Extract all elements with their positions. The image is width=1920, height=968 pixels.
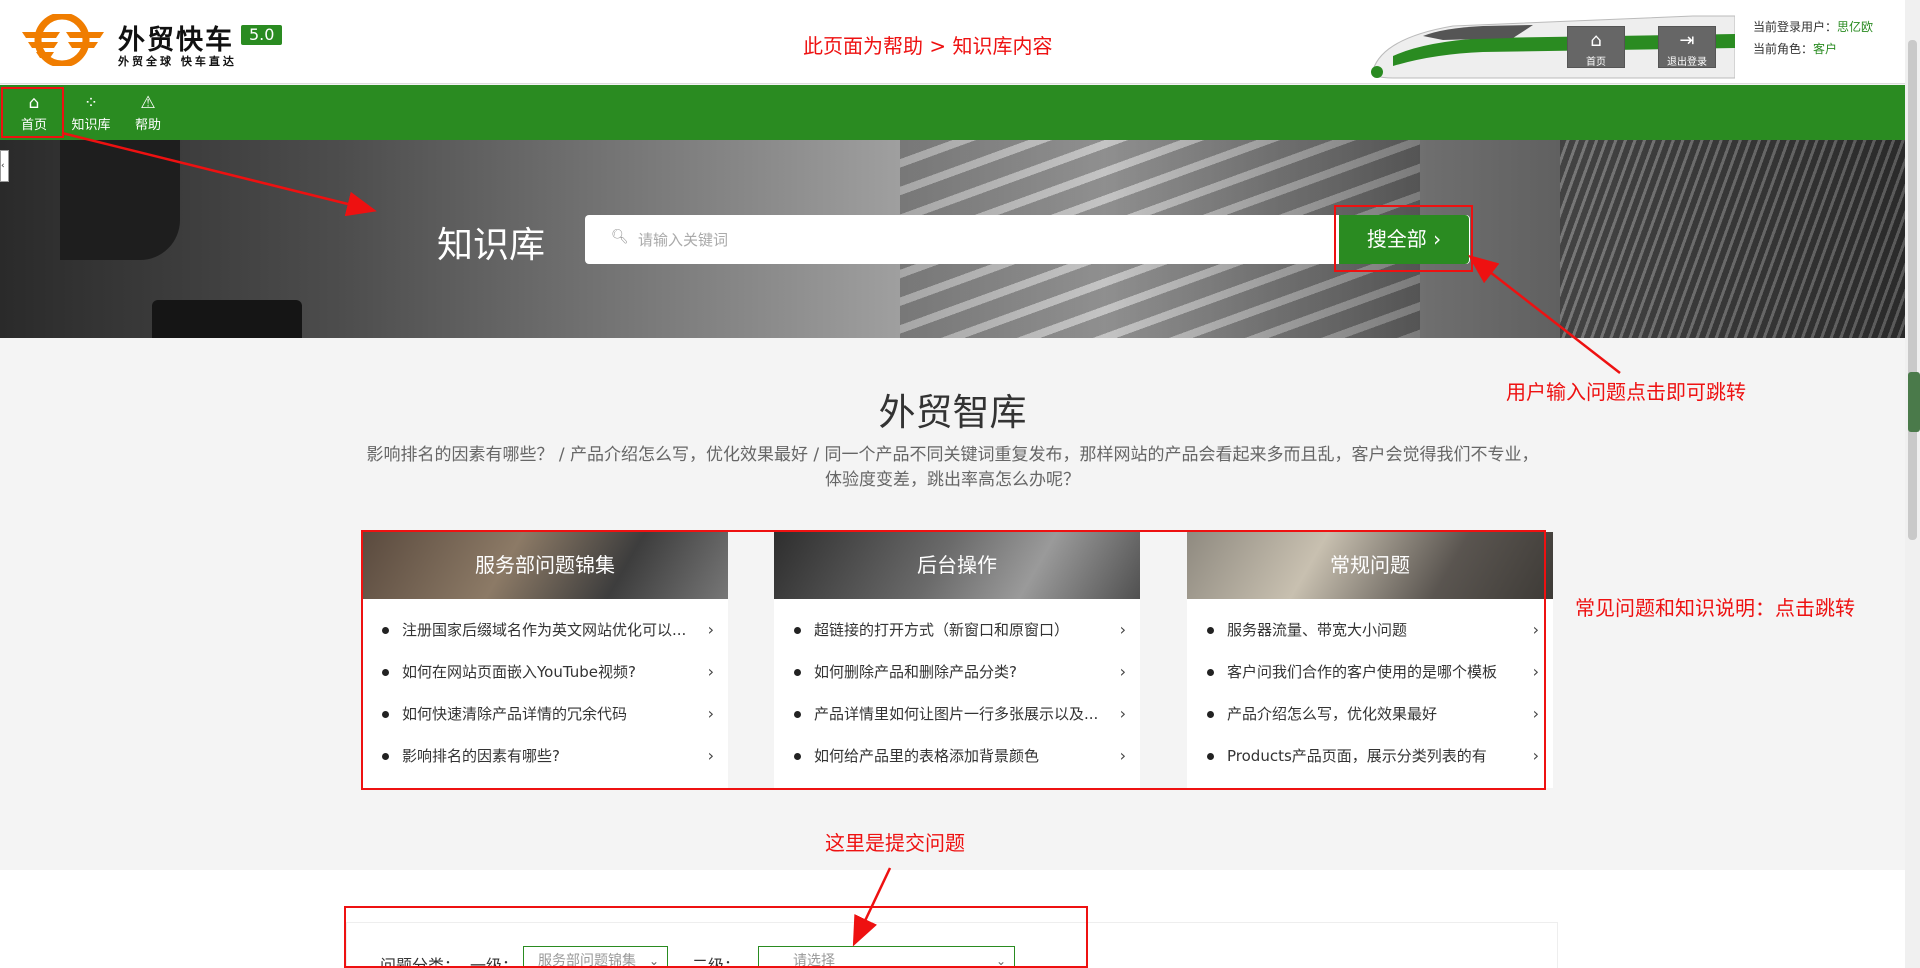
user-info: 当前登录用户：思亿欧 当前角色：客户 [1753,16,1873,60]
hero-keyboard-graphic-2 [1560,140,1905,338]
nav-item-knowledge-base[interactable]: ⁘ 知识库 [63,85,119,140]
warning-triangle-icon: ⚠ [140,93,156,113]
search-button-highlight-box [1334,205,1473,272]
header-home-button[interactable]: ⌂ 首页 [1567,26,1625,68]
page-annotation: 此页面为帮助 > 知识库内容 [803,34,1053,58]
nav-kb-label: 知识库 [71,118,111,133]
hero-title: 知识库 [437,225,546,266]
home-icon: ⌂ [1590,30,1602,51]
section-description: 影响排名的因素有哪些？ / 产品介绍怎么写，优化效果最好 / 同一个产品不同关键… [366,445,1539,490]
version-badge: 5.0 [241,25,283,45]
role-name: 客户 [1813,42,1838,56]
logout-button[interactable]: ⇥ 退出登录 [1658,26,1716,68]
search-annotation: 用户输入问题点击即可跳转 [1506,380,1746,404]
cards-annotation: 常见问题和知识说明：点击跳转 [1575,596,1855,620]
logout-label: 退出登录 [1667,57,1707,68]
side-collapse-tab[interactable]: ‹ [0,150,9,182]
scrollbar-thumb[interactable] [1908,40,1917,540]
hero-device-graphic [60,140,180,260]
submit-annotation: 这里是提交问题 [825,831,965,855]
side-widget[interactable] [1908,372,1920,432]
search-input[interactable] [638,226,1338,254]
logo-title: 外贸快车 [118,25,234,56]
cards-highlight-box [361,530,1546,790]
user-label: 当前登录用户： [1753,20,1838,34]
hero-phone-graphic [152,300,302,338]
form-highlight-box [344,906,1088,968]
nav-help-label: 帮助 [134,118,161,133]
grid-circles-icon: ⁘ [83,93,99,113]
logo-slogan: 外贸全球 快车直达 [118,55,237,68]
main-navbar: ⌂ 首页 ⁘ 知识库 ⚠ 帮助 [0,85,1905,140]
nav-item-help[interactable]: ⚠ 帮助 [120,85,176,140]
logout-icon: ⇥ [1679,30,1695,51]
top-header: 外贸快车 5.0 外贸全球 快车直达 此页面为帮助 > 知识库内容 ⌂ 首页 ⇥… [0,0,1905,84]
search-icon: 🔍︎ [611,229,629,245]
role-label: 当前角色： [1753,42,1814,56]
logo-icon [22,14,104,66]
home-highlight-box [1,87,64,138]
header-home-label: 首页 [1586,57,1606,68]
user-name: 思亿欧 [1837,20,1874,34]
